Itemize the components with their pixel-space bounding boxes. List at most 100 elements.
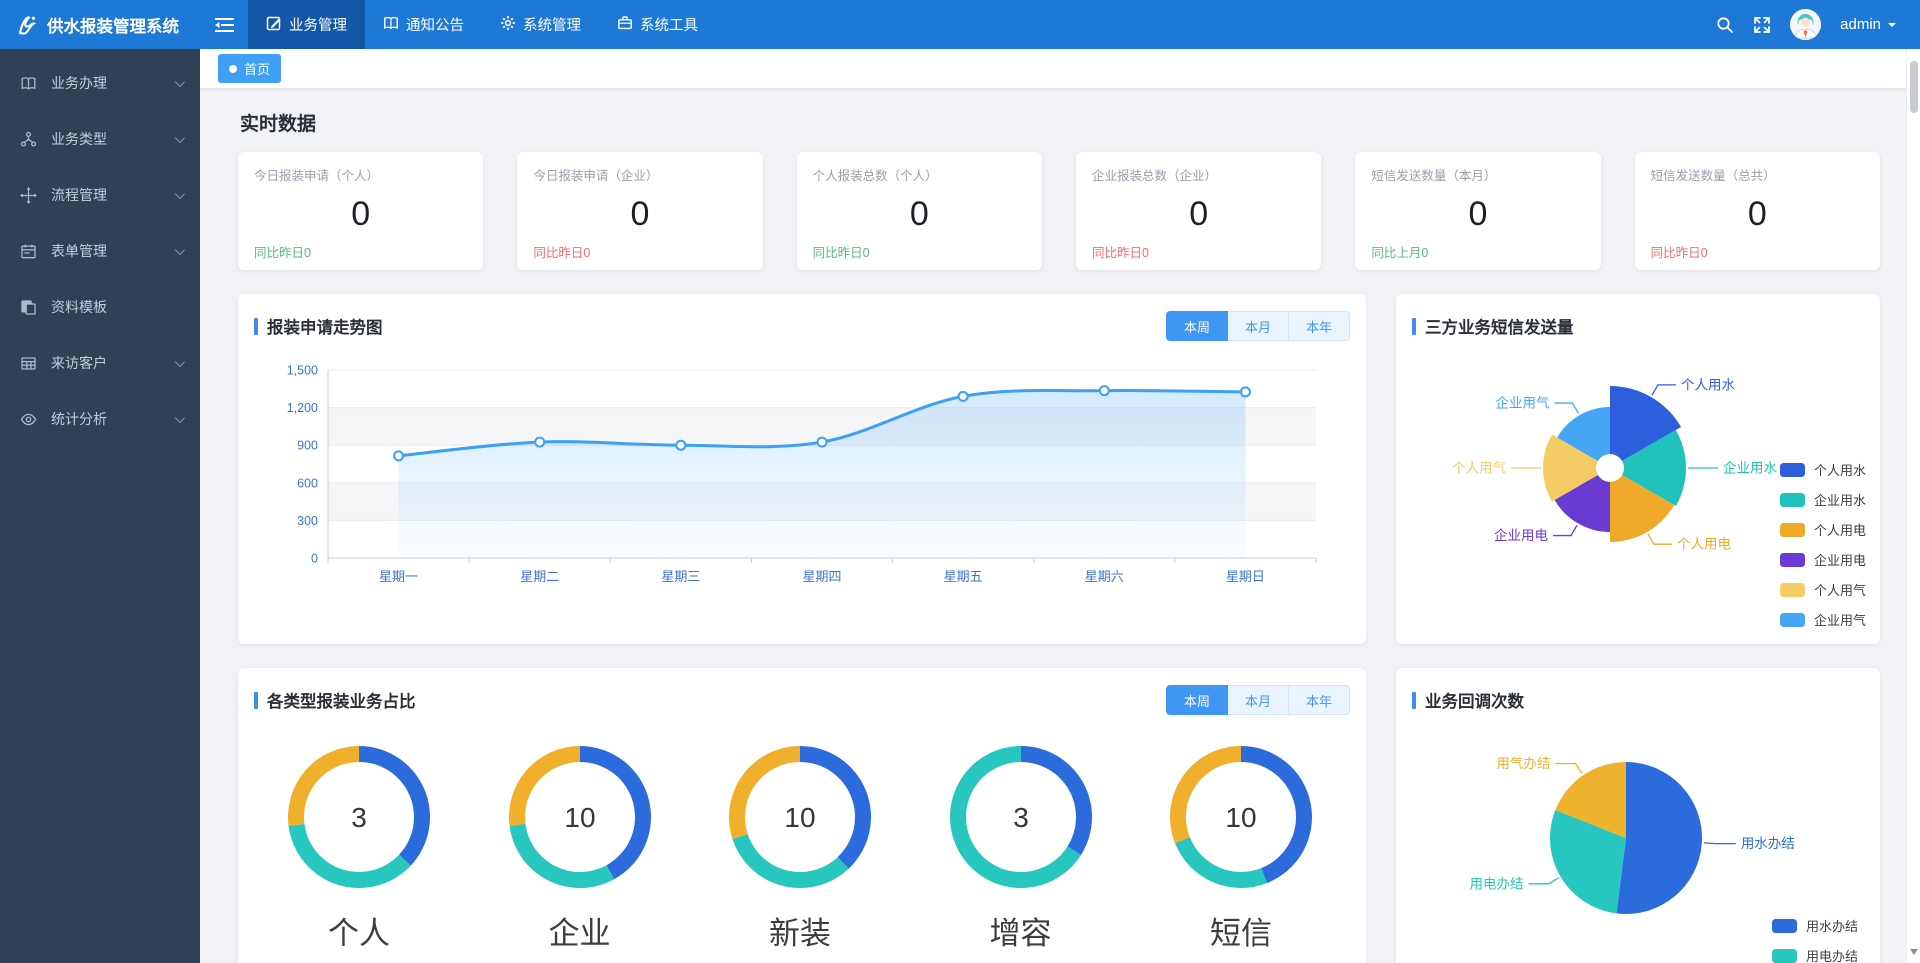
legend-item-企业用气[interactable]: 企业用气 bbox=[1780, 610, 1866, 629]
donut-chart-新装: 10新装 bbox=[725, 742, 875, 953]
panel-title: 各类型报装业务占比 bbox=[267, 688, 416, 712]
legend-label: 个人用水 bbox=[1814, 460, 1866, 479]
legend-label: 个人用电 bbox=[1814, 520, 1866, 539]
panel-title: 业务回调次数 bbox=[1425, 688, 1524, 712]
sidebar-item-form-management[interactable]: 表单管理 bbox=[0, 223, 200, 279]
scrollbar-thumb[interactable] bbox=[1910, 61, 1918, 113]
nav-item-notice[interactable]: 通知公告 bbox=[365, 0, 482, 49]
section-title-realtime: 实时数据 bbox=[240, 109, 1880, 136]
sidebar-item-process-management[interactable]: 流程管理 bbox=[0, 167, 200, 223]
legend-item-用水办结[interactable]: 用水办结 bbox=[1772, 916, 1858, 935]
sidebar-item-statistics[interactable]: 统计分析 bbox=[0, 391, 200, 447]
chart-text: 3 bbox=[1013, 802, 1029, 833]
chart-text: 个人用气 bbox=[1452, 461, 1506, 476]
data-point bbox=[959, 392, 968, 401]
tag-label: 首页 bbox=[244, 59, 270, 78]
sidebar-item-business-handling[interactable]: 业务办理 bbox=[0, 55, 200, 111]
sidebar-item-visiting-customers[interactable]: 来访客户 bbox=[0, 335, 200, 391]
period-week-button[interactable]: 本周 bbox=[1166, 311, 1228, 341]
sidebar-item-label: 来访客户 bbox=[51, 353, 107, 373]
active-tag-dot-icon bbox=[229, 65, 237, 73]
donut-segment-teal bbox=[1175, 837, 1267, 888]
chevron-down-icon bbox=[175, 357, 185, 367]
chart-text: 星期五 bbox=[944, 569, 983, 584]
nav-item-business-management[interactable]: 业务管理 bbox=[248, 0, 365, 49]
panel-business-ratio: 各类型报装业务占比 本周 本月 本年 3个人10企业10新装3增容10短信 bbox=[238, 668, 1366, 963]
legend-item-个人用电[interactable]: 个人用电 bbox=[1780, 520, 1866, 539]
sidebar-item-document-template[interactable]: 资料模板 bbox=[0, 279, 200, 335]
tag-home[interactable]: 首页 bbox=[218, 54, 281, 83]
chart-text: 星期一 bbox=[379, 569, 418, 584]
book-open-icon bbox=[20, 75, 38, 92]
donut-ring: 10 bbox=[725, 742, 875, 892]
chart-text: 0 bbox=[311, 552, 318, 566]
data-point bbox=[394, 451, 403, 460]
stat-card-value: 0 bbox=[254, 195, 467, 234]
legend-item-用电办结[interactable]: 用电办结 bbox=[1772, 946, 1858, 963]
donut-segment-teal bbox=[289, 824, 411, 888]
sidebar-item-label: 统计分析 bbox=[51, 409, 107, 429]
period-week-button[interactable]: 本周 bbox=[1166, 685, 1228, 715]
callback-chart-legend: 用水办结用电办结用气办结 bbox=[1772, 916, 1858, 963]
search-icon[interactable] bbox=[1716, 16, 1734, 34]
title-bar-icon bbox=[254, 318, 258, 335]
donut-segment-blue bbox=[1021, 746, 1092, 855]
stat-card-footer: 同比昨日0 bbox=[1651, 242, 1708, 261]
donut-chart-个人: 3个人 bbox=[284, 742, 434, 953]
main-area: 首页 实时数据 今日报装申请（个人） 0 同比昨日0 今日报装申请（企业） 0 … bbox=[200, 49, 1906, 963]
chart-text: 10 bbox=[564, 802, 595, 833]
fullscreen-icon[interactable] bbox=[1753, 16, 1771, 34]
donut-segment-yellow bbox=[288, 746, 359, 826]
legend-label: 用电办结 bbox=[1806, 946, 1858, 963]
eye-icon bbox=[20, 411, 38, 428]
logo[interactable]: 供水报装管理系统 bbox=[0, 0, 200, 49]
avatar[interactable] bbox=[1790, 9, 1821, 40]
stat-card-title: 短信发送数量（总共） bbox=[1651, 165, 1864, 184]
stat-card-sms-total: 短信发送数量（总共） 0 同比昨日0 bbox=[1635, 152, 1880, 270]
chart-text: 10 bbox=[1225, 802, 1256, 833]
period-year-button[interactable]: 本年 bbox=[1289, 685, 1350, 715]
title-bar-icon bbox=[254, 692, 258, 709]
edit-icon bbox=[266, 15, 282, 35]
stat-card-total-personal: 个人报装总数（个人） 0 同比昨日0 bbox=[797, 152, 1042, 270]
sidebar-item-label: 资料模板 bbox=[51, 297, 107, 317]
legend-item-企业用电[interactable]: 企业用电 bbox=[1780, 550, 1866, 569]
chart-text: 企业用水 bbox=[1723, 460, 1777, 476]
chart-text: 企业用电 bbox=[1494, 527, 1548, 543]
legend-item-个人用水[interactable]: 个人用水 bbox=[1780, 460, 1866, 479]
period-month-button[interactable]: 本月 bbox=[1228, 311, 1289, 341]
nav-item-system-tools[interactable]: 系统工具 bbox=[599, 0, 716, 49]
stat-card-value: 0 bbox=[1651, 195, 1864, 234]
period-month-button[interactable]: 本月 bbox=[1228, 685, 1289, 715]
sidebar-item-label: 业务办理 bbox=[51, 73, 107, 93]
legend-swatch-icon bbox=[1780, 463, 1805, 477]
donut-label: 短信 bbox=[1210, 908, 1272, 953]
chart-text: 900 bbox=[297, 439, 318, 453]
period-year-button[interactable]: 本年 bbox=[1289, 311, 1350, 341]
donut-ring: 10 bbox=[505, 742, 655, 892]
nav-item-system-management[interactable]: 系统管理 bbox=[482, 0, 599, 49]
donut-segment-blue bbox=[359, 746, 430, 866]
chart-text: 用水办结 bbox=[1741, 836, 1795, 851]
panel-header: 三方业务短信发送量 bbox=[1412, 310, 1864, 342]
legend-label: 企业用水 bbox=[1814, 490, 1866, 509]
chart-text: 个人用电 bbox=[1677, 537, 1731, 552]
sidebar-toggle-button[interactable] bbox=[200, 0, 248, 49]
form-icon bbox=[20, 243, 38, 260]
legend-label: 企业用气 bbox=[1814, 610, 1866, 629]
scroll-down-arrow-icon[interactable] bbox=[1910, 949, 1918, 959]
sidebar-item-business-type[interactable]: 业务类型 bbox=[0, 111, 200, 167]
nav-item-label: 业务管理 bbox=[289, 14, 347, 35]
legend-item-企业用水[interactable]: 企业用水 bbox=[1780, 490, 1866, 509]
data-point bbox=[818, 438, 827, 447]
donut-label: 企业 bbox=[549, 908, 611, 953]
callback-pie-chart-wrap: 用水办结用电办结用气办结 用水办结用电办结用气办结 bbox=[1412, 720, 1864, 963]
table-icon bbox=[20, 355, 38, 372]
user-dropdown[interactable]: admin bbox=[1840, 16, 1896, 33]
panel-title: 报装申请走势图 bbox=[267, 314, 383, 338]
stat-card-footer: 同比昨日0 bbox=[1092, 242, 1149, 261]
chevron-down-icon bbox=[175, 133, 185, 143]
pie-slice-用水办结 bbox=[1616, 762, 1702, 914]
legend-item-个人用气[interactable]: 个人用气 bbox=[1780, 580, 1866, 599]
chart-text: 10 bbox=[784, 802, 815, 833]
